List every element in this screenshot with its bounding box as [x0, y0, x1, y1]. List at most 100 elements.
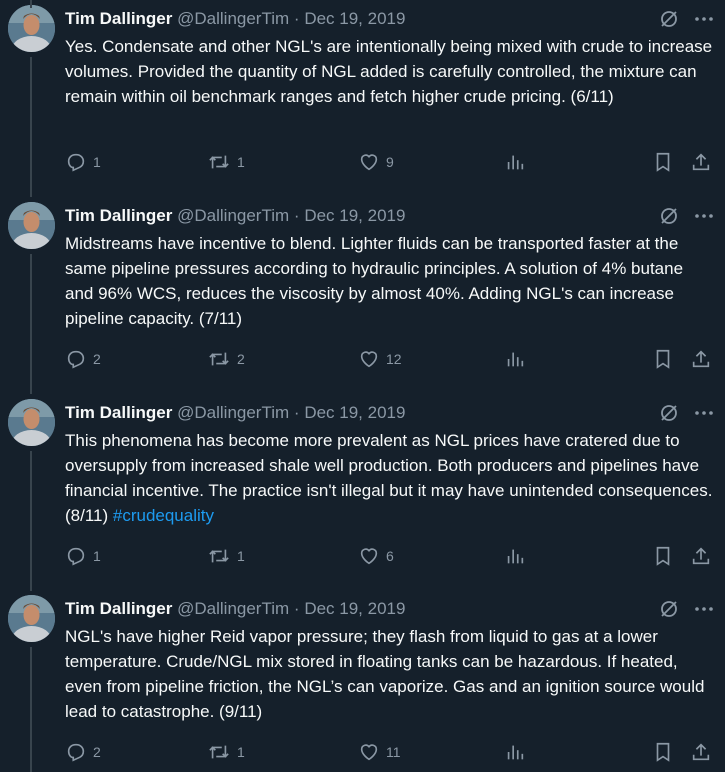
like-button[interactable]: 11: [358, 740, 401, 764]
author-handle[interactable]: @DallingerTim: [177, 206, 289, 225]
tweet[interactable]: Tim Dallinger @DallingerTim · Dec 19, 20…: [0, 590, 725, 772]
share-icon: [692, 547, 710, 565]
avatar[interactable]: [8, 202, 55, 249]
thread-line: [30, 647, 32, 772]
thread-line: [30, 254, 32, 394]
separator-dot: ·: [293, 403, 300, 422]
author-name[interactable]: Tim Dallinger: [65, 403, 172, 422]
tweet[interactable]: Tim Dallinger @DallingerTim · Dec 19, 20…: [0, 394, 725, 591]
tweet-header: Tim Dallinger @DallingerTim · Dec 19, 20…: [65, 204, 715, 228]
author-handle[interactable]: @DallingerTim: [177, 9, 289, 28]
views-icon: [507, 352, 524, 367]
action-bar: 1 1 6: [65, 544, 715, 568]
share-button[interactable]: [690, 740, 712, 764]
header-icons: [659, 204, 715, 228]
share-icon: [692, 743, 710, 761]
bookmark-icon: [656, 546, 670, 566]
retweet-icon: [209, 352, 229, 366]
bookmark-icon: [656, 349, 670, 369]
hashtag-link[interactable]: #crudequality: [113, 506, 214, 525]
reply-count: 1: [93, 548, 101, 564]
retweet-icon: [209, 745, 229, 759]
reply-icon: [67, 350, 85, 369]
share-button[interactable]: [690, 150, 712, 174]
more-icon[interactable]: [693, 403, 715, 423]
action-bar: 2 2 12: [65, 347, 715, 371]
more-icon[interactable]: [693, 206, 715, 226]
reply-button[interactable]: 2: [65, 347, 101, 371]
author-handle[interactable]: @DallingerTim: [177, 403, 289, 422]
bookmark-button[interactable]: [653, 150, 673, 174]
tweet-text: Yes. Condensate and other NGL's are inte…: [65, 34, 715, 109]
tweet-body: Yes. Condensate and other NGL's are inte…: [65, 37, 713, 106]
retweet-icon: [209, 155, 229, 169]
reply-icon: [67, 153, 85, 172]
retweet-count: 1: [237, 744, 245, 760]
like-button[interactable]: 12: [358, 347, 402, 371]
header-icons: [659, 7, 715, 31]
avatar[interactable]: [8, 595, 55, 642]
tweet-date[interactable]: Dec 19, 2019: [304, 9, 405, 28]
more-icon[interactable]: [693, 9, 715, 29]
like-icon: [360, 351, 378, 368]
header-icons: [659, 401, 715, 425]
grok-icon[interactable]: [659, 599, 679, 619]
grok-icon[interactable]: [659, 206, 679, 226]
avatar[interactable]: [8, 5, 55, 52]
share-button[interactable]: [690, 347, 712, 371]
retweet-icon: [209, 549, 229, 563]
tweet-date[interactable]: Dec 19, 2019: [304, 599, 405, 618]
share-icon: [692, 350, 710, 368]
views-button[interactable]: [505, 740, 525, 764]
like-button[interactable]: 9: [358, 150, 394, 174]
views-button[interactable]: [505, 150, 525, 174]
thread: Tim Dallinger @DallingerTim · Dec 19, 20…: [0, 0, 725, 772]
retweet-button[interactable]: 1: [207, 150, 245, 174]
share-icon: [692, 153, 710, 171]
like-icon: [360, 744, 378, 761]
reply-button[interactable]: 1: [65, 544, 101, 568]
retweet-button[interactable]: 2: [207, 347, 245, 371]
author-name[interactable]: Tim Dallinger: [65, 9, 172, 28]
avatar[interactable]: [8, 399, 55, 446]
separator-dot: ·: [293, 206, 300, 225]
views-icon: [507, 155, 524, 170]
author-handle[interactable]: @DallingerTim: [177, 599, 289, 618]
bookmark-icon: [656, 742, 670, 762]
views-icon: [507, 549, 524, 564]
more-icon[interactable]: [693, 599, 715, 619]
retweet-count: 2: [237, 351, 245, 367]
action-bar: 2 1 11: [65, 740, 715, 764]
bookmark-button[interactable]: [653, 544, 673, 568]
bookmark-button[interactable]: [653, 740, 673, 764]
views-button[interactable]: [505, 347, 525, 371]
reply-button[interactable]: 1: [65, 150, 101, 174]
reply-button[interactable]: 2: [65, 740, 101, 764]
tweet-text: This phenomena has become more prevalent…: [65, 428, 715, 528]
bookmark-icon: [656, 152, 670, 172]
tweet-body: NGL's have higher Reid vapor pressure; t…: [65, 627, 705, 721]
tweet-body: Midstreams have incentive to blend. Ligh…: [65, 234, 684, 328]
grok-icon[interactable]: [659, 9, 679, 29]
tweet[interactable]: Tim Dallinger @DallingerTim · Dec 19, 20…: [0, 0, 725, 197]
separator-dot: ·: [293, 9, 300, 28]
views-button[interactable]: [505, 544, 525, 568]
tweet[interactable]: Tim Dallinger @DallingerTim · Dec 19, 20…: [0, 0, 725, 394]
share-button[interactable]: [690, 544, 712, 568]
retweet-button[interactable]: 1: [207, 740, 245, 764]
retweet-button[interactable]: 1: [207, 544, 245, 568]
like-count: 6: [386, 548, 394, 564]
tweet-date[interactable]: Dec 19, 2019: [304, 403, 405, 422]
author-name[interactable]: Tim Dallinger: [65, 206, 172, 225]
grok-icon[interactable]: [659, 403, 679, 423]
thread-line: [30, 0, 32, 8]
author-name[interactable]: Tim Dallinger: [65, 599, 172, 618]
like-icon: [360, 154, 378, 171]
tweet-header: Tim Dallinger @DallingerTim · Dec 19, 20…: [65, 7, 715, 31]
reply-count: 1: [93, 154, 101, 170]
like-button[interactable]: 6: [358, 544, 394, 568]
tweet-date[interactable]: Dec 19, 2019: [304, 206, 405, 225]
bookmark-button[interactable]: [653, 347, 673, 371]
action-bar: 1 1 9: [65, 150, 715, 174]
separator-dot: ·: [293, 599, 300, 618]
